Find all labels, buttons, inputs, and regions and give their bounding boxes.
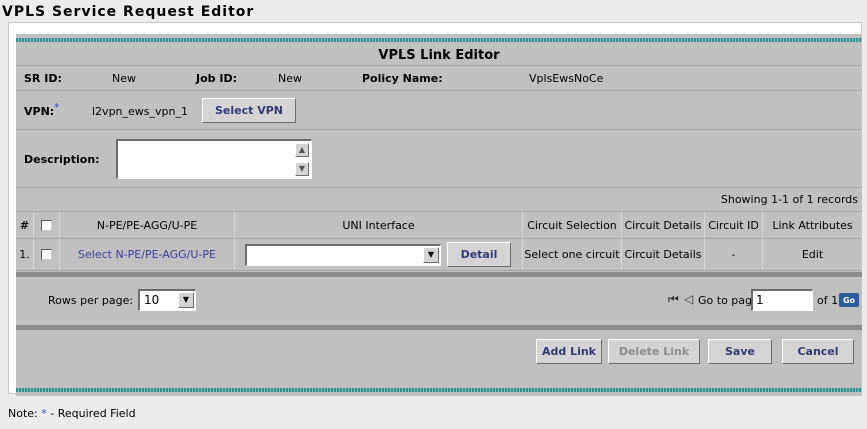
- rows-per-page-select[interactable]: 10 ▼: [138, 289, 196, 311]
- job-id-label: Job ID:: [196, 72, 237, 85]
- table-row: 1. Select N-PE/PE-AGG/U-PE ▼ Detail Sele…: [16, 239, 862, 271]
- edit-link-attributes[interactable]: Edit: [763, 239, 862, 270]
- col-uni-interface: UNI Interface: [235, 212, 523, 238]
- vpn-value: l2vpn_ews_vpn_1: [92, 105, 188, 118]
- policy-name-value: VplsEwsNoCe: [529, 72, 604, 85]
- circuit-details-value: Circuit Details: [622, 239, 705, 270]
- scroll-down-icon[interactable]: ▼: [295, 162, 309, 176]
- prev-page-icon[interactable]: ◁: [684, 292, 693, 306]
- rows-per-page-value: 10: [144, 293, 160, 307]
- page-total: of 1: [817, 294, 839, 307]
- uni-interface-select[interactable]: ▼: [245, 244, 441, 266]
- vpn-row: VPN: * l2vpn_ews_vpn_1 Select VPN: [16, 92, 862, 130]
- save-button[interactable]: Save: [708, 339, 772, 364]
- delete-link-button[interactable]: Delete Link: [608, 339, 700, 364]
- table-footer-band: [16, 272, 862, 277]
- row-number: 1.: [16, 239, 34, 270]
- link-editor-panel: VPLS Link Editor SR ID: New Job ID: New …: [16, 34, 862, 396]
- info-row: SR ID: New Job ID: New Policy Name: Vpls…: [16, 67, 862, 91]
- note-prefix: Note:: [8, 407, 38, 420]
- sr-id-value: New: [112, 72, 136, 85]
- col-npe: N-PE/PE-AGG/U-PE: [60, 212, 235, 238]
- row-checkbox[interactable]: [41, 249, 52, 260]
- uni-interface-cell: ▼ Detail: [235, 239, 523, 270]
- records-count: Showing 1-1 of 1 records: [720, 193, 858, 206]
- circuit-selection-value: Select one circuit: [523, 239, 622, 270]
- chevron-down-icon[interactable]: ▼: [178, 292, 194, 308]
- editor-title: VPLS Link Editor: [16, 46, 862, 66]
- col-select-all: [34, 212, 60, 238]
- pager-footer-band: [16, 325, 862, 330]
- top-divider-band: [16, 38, 862, 42]
- col-link-attributes: Link Attributes: [772, 218, 853, 232]
- cancel-button[interactable]: Cancel: [782, 339, 854, 364]
- first-page-icon[interactable]: ⏮: [668, 292, 679, 307]
- col-circuit-id: Circuit ID: [705, 212, 763, 238]
- select-npe-link[interactable]: Select N-PE/PE-AGG/U-PE: [60, 239, 235, 270]
- note-text: - Required Field: [50, 407, 136, 420]
- detail-button[interactable]: Detail: [447, 242, 511, 267]
- page-title: VPLS Service Request Editor: [2, 4, 255, 20]
- table-header: # N-PE/PE-AGG/U-PE UNI Interface Circuit…: [16, 211, 862, 239]
- row-select-cell: [34, 239, 60, 270]
- description-textarea[interactable]: ▲ ▼: [116, 139, 312, 179]
- add-link-button[interactable]: Add Link: [536, 339, 602, 364]
- chevron-down-icon[interactable]: ▼: [423, 247, 439, 263]
- select-all-checkbox[interactable]: [41, 219, 52, 231]
- policy-name-label: Policy Name:: [362, 72, 443, 85]
- bottom-divider-band: [16, 388, 862, 392]
- page-number-input[interactable]: 1: [751, 289, 813, 311]
- description-label: Description:: [24, 153, 100, 166]
- rows-per-page-label: Rows per page:: [48, 294, 134, 307]
- scroll-up-icon[interactable]: ▲: [295, 143, 309, 157]
- description-row: Description: ▲ ▼: [16, 131, 862, 188]
- go-button[interactable]: Go: [839, 293, 859, 307]
- vpn-label: VPN:: [24, 105, 55, 118]
- required-field-note: Note: * - Required Field: [8, 407, 136, 420]
- job-id-value: New: [278, 72, 302, 85]
- circuit-id-value: -: [705, 239, 763, 270]
- required-mark: *: [54, 101, 60, 114]
- note-required-mark: *: [41, 407, 47, 420]
- sr-id-label: SR ID:: [24, 72, 62, 85]
- col-circuit-selection: Circuit Selection: [523, 212, 622, 238]
- pager-row: Rows per page: 10 ▼ ⏮ ◁ Go to page: 1 of…: [16, 278, 862, 323]
- col-number: #: [16, 212, 34, 238]
- col-circuit-details: Circuit Details: [622, 212, 705, 238]
- select-vpn-button[interactable]: Select VPN: [202, 98, 296, 123]
